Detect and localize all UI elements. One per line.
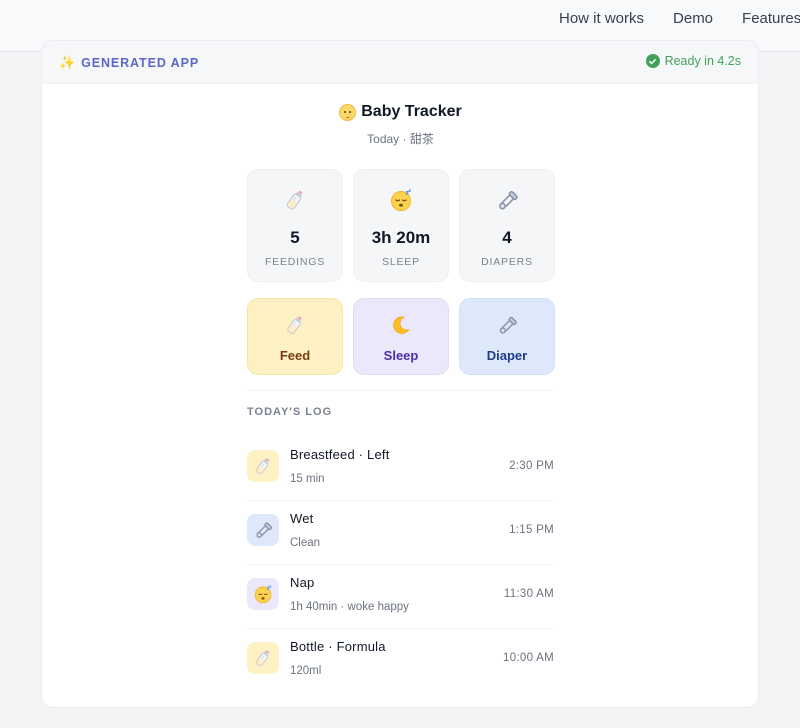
stat-value-sleep: 3h 20m (371, 228, 431, 247)
stat-card-sleep: 3h 20m SLEEP (353, 169, 449, 282)
nav-link-demo[interactable]: Demo (673, 10, 713, 27)
stat-card-feedings: 5 FEEDINGS (247, 169, 343, 282)
sparkles-icon: ✨ (59, 55, 77, 70)
top-nav-links: How it works Demo Features (559, 0, 800, 36)
log-item-time: 1:15 PM (509, 524, 554, 536)
stat-label-diapers: DIAPERS (481, 256, 533, 268)
bottle-icon (253, 648, 273, 668)
generated-app-label: ✨ GENERATED APP (59, 55, 199, 71)
log-item[interactable]: Wet Clean 1:15 PM (247, 501, 554, 565)
log-item-badge (247, 450, 279, 482)
baby-tracker-app: Baby Tracker Today · 甜茶 5 FEEDINGS 3h 20… (247, 103, 555, 677)
frame-header: ✨ GENERATED APP Ready in 4.2s (42, 41, 758, 84)
stat-card-diapers: 4 DIAPERS (459, 169, 555, 282)
generated-app-text: GENERATED APP (81, 56, 200, 70)
stats-row: 5 FEEDINGS 3h 20m SLEEP 4 DIAPERS (247, 169, 555, 282)
stat-label-sleep: SLEEP (382, 256, 420, 268)
diaper-button[interactable]: Diaper (459, 298, 555, 375)
log-item-name: Nap (290, 575, 315, 590)
quick-actions: Feed Sleep Diaper (247, 298, 555, 375)
bottle-icon (253, 456, 273, 476)
bottle-icon (284, 314, 306, 336)
nav-link-how-it-works[interactable]: How it works (559, 10, 644, 27)
sleepy-face-icon (253, 584, 273, 604)
check-circle-icon (645, 54, 660, 68)
feed-button[interactable]: Feed (247, 298, 343, 375)
log-item-badge (247, 642, 279, 674)
bottle-icon (283, 188, 307, 212)
diaper-button-label: Diaper (486, 348, 528, 363)
app-title-text: Baby Tracker (361, 103, 462, 120)
safety-pin-icon (253, 520, 273, 540)
log-item-detail: Clean (290, 537, 321, 549)
log-item-name: Wet (290, 511, 314, 526)
safety-pin-icon (496, 314, 518, 336)
log-item-detail: 1h 40min · woke happy (290, 601, 409, 613)
feed-button-label: Feed (279, 348, 311, 363)
app-subtitle: Today · 甜茶 (367, 132, 434, 146)
log-item-badge (247, 578, 279, 610)
log-item-detail: 15 min (290, 473, 325, 485)
sleepy-face-icon (389, 188, 413, 212)
stat-value-diapers: 4 (502, 228, 512, 247)
log-item[interactable]: Breastfeed · Left 15 min 2:30 PM (247, 437, 554, 501)
app-title: Baby Tracker (247, 103, 554, 121)
generated-app-frame: ✨ GENERATED APP Ready in 4.2s Baby Track… (41, 40, 759, 708)
log-item-name: Bottle · Formula (290, 639, 386, 654)
baby-face-icon (339, 103, 357, 121)
log-item[interactable]: Bottle · Formula 120ml 10:00 AM (247, 629, 554, 693)
nav-link-features[interactable]: Features (742, 10, 800, 27)
sleep-button-label: Sleep (383, 348, 419, 363)
safety-pin-icon (495, 188, 519, 212)
log-item-detail: 120ml (290, 665, 322, 677)
stat-value-feedings: 5 (290, 228, 300, 247)
section-divider (247, 390, 554, 391)
log-item-time: 2:30 PM (509, 460, 554, 472)
log-item-time: 10:00 AM (503, 652, 554, 664)
ready-text: Ready in 4.2s (664, 54, 741, 68)
log-title: TODAY'S LOG (247, 406, 333, 418)
ready-status: Ready in 4.2s (645, 54, 741, 68)
stat-label-feedings: FEEDINGS (264, 256, 326, 268)
moon-icon (390, 314, 412, 336)
log-item[interactable]: Nap 1h 40min · woke happy 11:30 AM (247, 565, 554, 629)
todays-log-list: Breastfeed · Left 15 min 2:30 PM Wet Cle… (247, 437, 554, 693)
log-item-badge (247, 514, 279, 546)
log-item-time: 11:30 AM (503, 588, 554, 600)
log-item-name: Breastfeed · Left (290, 447, 390, 462)
sleep-button[interactable]: Sleep (353, 298, 449, 375)
